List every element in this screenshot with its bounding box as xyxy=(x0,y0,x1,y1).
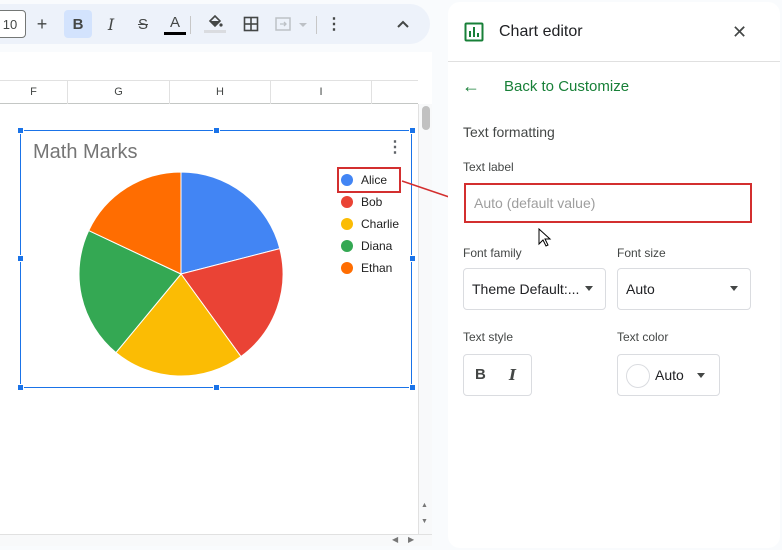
italic-style-button[interactable]: I xyxy=(509,366,516,384)
vertical-scroll-thumb[interactable] xyxy=(422,106,430,130)
back-arrow-icon: ← xyxy=(462,76,480,96)
strikethrough-button[interactable]: S xyxy=(130,10,156,38)
legend-dot xyxy=(341,196,353,208)
legend-dot xyxy=(341,262,353,274)
chart-editor-title: Chart editor xyxy=(499,23,583,40)
column-header-f[interactable]: F xyxy=(0,81,68,104)
back-label: Back to Customize xyxy=(504,78,630,95)
font-size-input[interactable]: 10 xyxy=(0,10,26,38)
paint-bucket-icon xyxy=(208,15,223,28)
borders-icon xyxy=(243,16,259,32)
chart-editor-panel: Chart editor ✕ ← Back to Customize Text … xyxy=(448,2,780,548)
italic-button[interactable]: I xyxy=(98,10,124,38)
resize-handle[interactable] xyxy=(17,127,24,134)
section-title: Text formatting xyxy=(463,124,555,140)
legend-dot xyxy=(341,218,353,230)
close-icon[interactable]: ✕ xyxy=(732,22,747,43)
resize-handle[interactable] xyxy=(213,127,220,134)
collapse-toolbar-button[interactable] xyxy=(390,10,416,38)
horizontal-scrollbar[interactable]: ◀ ▶ xyxy=(0,534,432,546)
dropdown-arrow-icon xyxy=(730,286,738,291)
font-family-value: Theme Default:... xyxy=(472,281,580,297)
legend-dot xyxy=(341,240,353,252)
resize-handle[interactable] xyxy=(409,255,416,262)
resize-handle[interactable] xyxy=(409,384,416,391)
text-color-label: Text color xyxy=(617,330,669,344)
chart-editor-header: Chart editor ✕ xyxy=(448,2,780,62)
back-to-customize-link[interactable]: ← Back to Customize xyxy=(462,76,629,97)
legend-item-ethan[interactable]: Ethan xyxy=(341,257,399,279)
legend-label: Charlie xyxy=(361,217,400,231)
column-header-g[interactable]: G xyxy=(68,81,170,104)
chevron-up-icon xyxy=(397,20,409,28)
resize-handle[interactable] xyxy=(213,384,220,391)
fill-color-swatch xyxy=(204,30,226,33)
bold-style-button[interactable]: B xyxy=(475,366,486,383)
text-color-icon: A xyxy=(169,13,180,31)
toolbar-divider xyxy=(316,16,317,34)
column-header-i[interactable]: I xyxy=(271,81,372,104)
legend-label: Bob xyxy=(361,195,383,209)
dropdown-arrow-icon xyxy=(697,373,705,378)
text-color-swatch xyxy=(164,31,186,35)
legend-label: Ethan xyxy=(361,261,393,275)
text-style-group: B I xyxy=(463,354,532,396)
merge-cells-button[interactable] xyxy=(272,10,312,38)
dropdown-arrow-icon xyxy=(585,286,593,291)
toolbar-divider xyxy=(190,16,191,34)
font-family-select[interactable]: Theme Default:... xyxy=(463,268,606,310)
column-headers: F G H I xyxy=(0,80,418,104)
color-swatch xyxy=(626,364,650,388)
font-size-value: Auto xyxy=(626,281,655,297)
legend-item-diana[interactable]: Diana xyxy=(341,235,399,257)
font-size-select[interactable]: Auto xyxy=(617,268,751,310)
chart-menu-icon[interactable]: ⋮ xyxy=(387,137,403,157)
bold-button[interactable]: B xyxy=(64,10,92,38)
legend-item-bob[interactable]: Bob xyxy=(341,191,399,213)
font-size-label: Font size xyxy=(617,246,666,260)
vertical-scrollbar[interactable]: ▲ ▼ xyxy=(418,104,432,534)
more-options-icon[interactable]: ⋮ xyxy=(322,10,346,38)
font-family-label: Font family xyxy=(463,246,522,260)
scroll-right-arrow[interactable]: ▶ xyxy=(408,535,414,544)
legend-item-charlie[interactable]: Charlie xyxy=(341,213,399,235)
text-label-input[interactable]: Auto (default value) xyxy=(464,183,752,223)
increase-font-size-button[interactable]: + xyxy=(30,10,54,38)
fill-color-button[interactable] xyxy=(202,10,228,38)
resize-handle[interactable] xyxy=(17,384,24,391)
text-label-label: Text label xyxy=(463,160,514,174)
scroll-down-arrow[interactable]: ▼ xyxy=(421,518,428,525)
chart-title[interactable]: Math Marks xyxy=(33,141,137,164)
borders-button[interactable] xyxy=(238,10,264,38)
mouse-cursor-icon xyxy=(538,228,552,247)
resize-handle[interactable] xyxy=(17,255,24,262)
pie-plot xyxy=(78,171,284,377)
chart-icon xyxy=(464,22,484,42)
merge-cells-icon xyxy=(275,17,307,31)
formatting-toolbar: 10 + B I S A ⋮ xyxy=(0,4,430,44)
legend-label: Diana xyxy=(361,239,393,253)
legend-highlight-box xyxy=(337,167,401,193)
scroll-up-arrow[interactable]: ▲ xyxy=(421,502,428,509)
text-color-select[interactable]: Auto xyxy=(617,354,720,396)
text-color-button[interactable]: A xyxy=(162,10,188,38)
text-color-value: Auto xyxy=(655,367,684,383)
text-style-label: Text style xyxy=(463,330,514,344)
column-header-h[interactable]: H xyxy=(170,81,271,104)
resize-handle[interactable] xyxy=(409,127,416,134)
scroll-left-arrow[interactable]: ◀ xyxy=(392,535,398,544)
